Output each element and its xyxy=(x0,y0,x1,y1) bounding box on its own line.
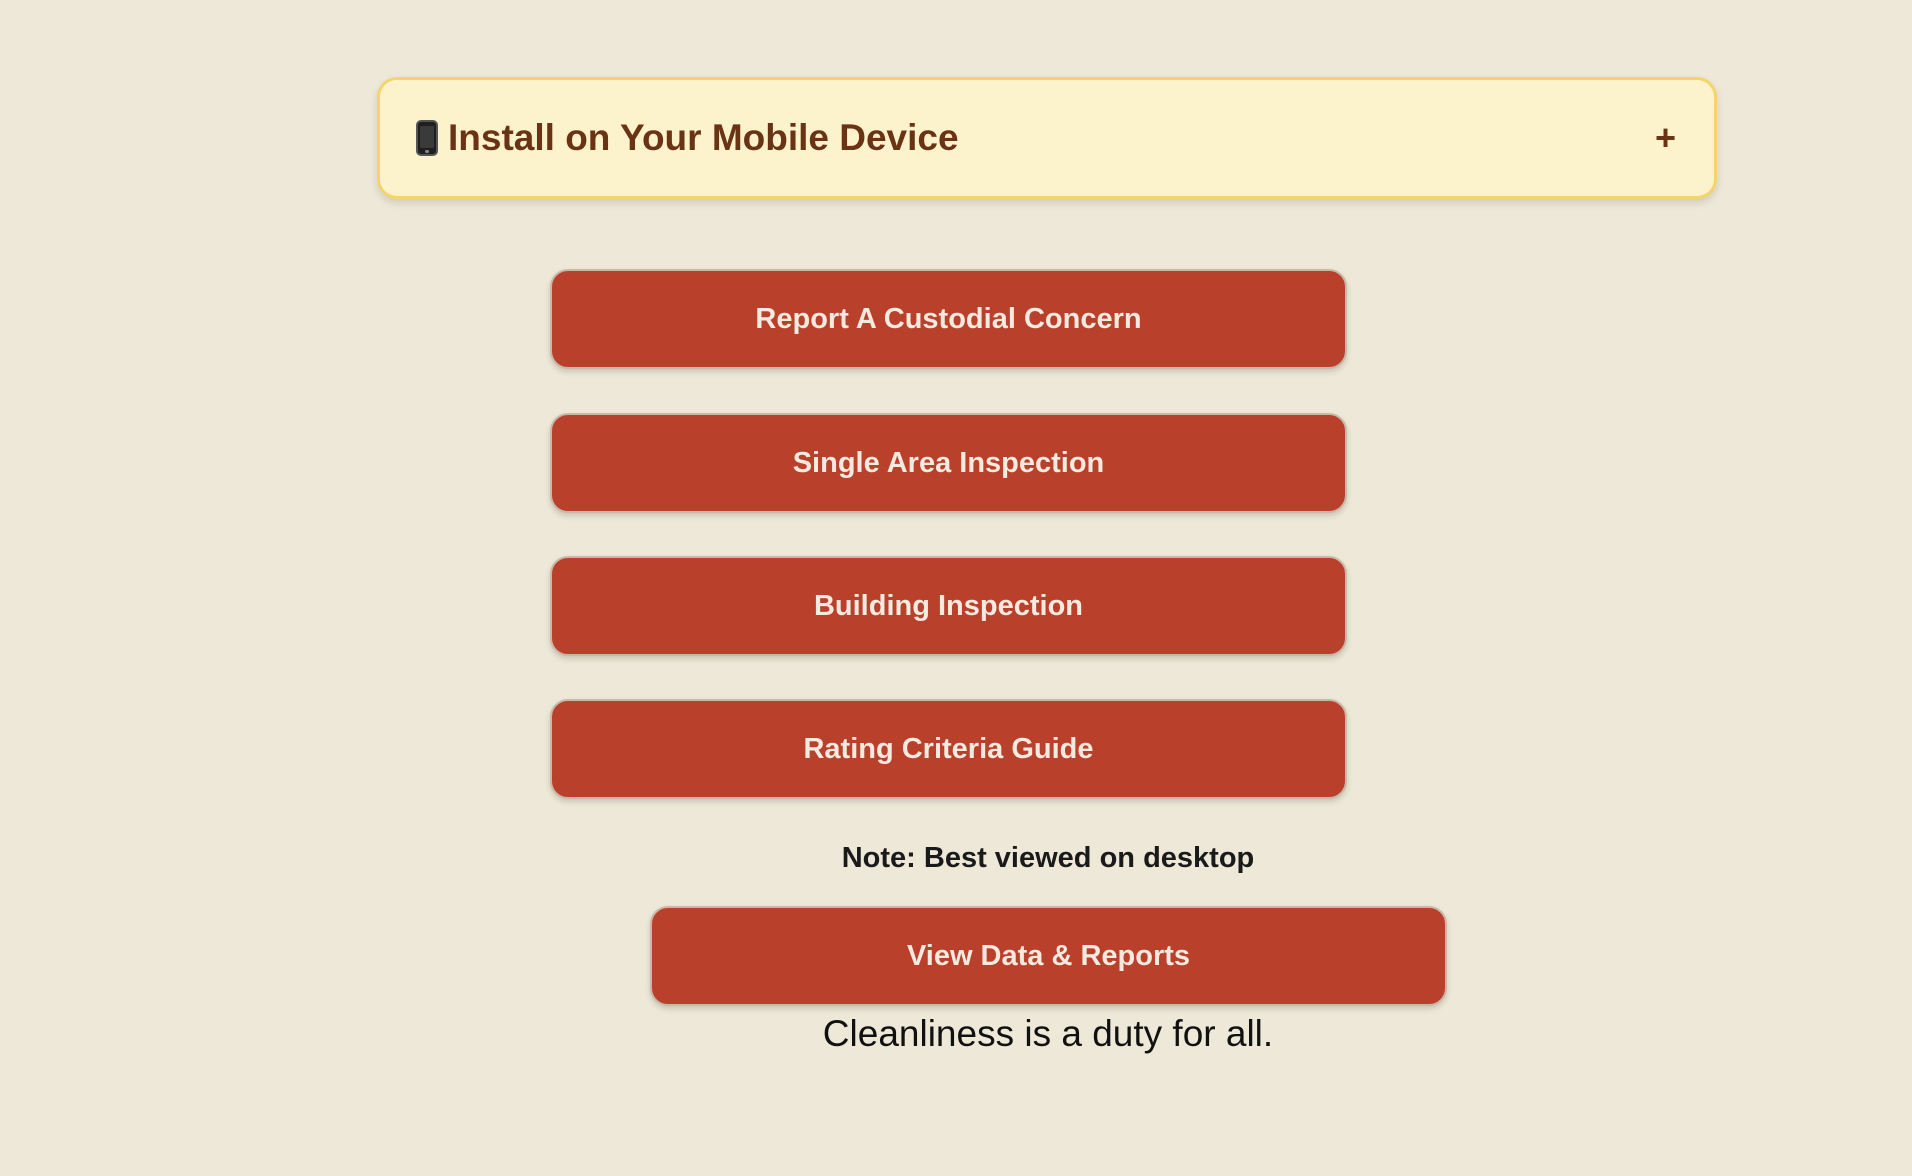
desktop-note: Note: Best viewed on desktop xyxy=(841,842,1255,874)
install-banner-title: Install on Your Mobile Device xyxy=(416,117,959,159)
mobile-phone-icon xyxy=(416,120,438,156)
single-area-inspection-button[interactable]: Single Area Inspection xyxy=(550,413,1347,513)
install-banner-label: Install on Your Mobile Device xyxy=(448,117,959,158)
install-banner[interactable]: Install on Your Mobile Device + xyxy=(377,77,1717,199)
expand-plus-icon[interactable]: + xyxy=(1655,120,1676,156)
tagline: Cleanliness is a duty for all. xyxy=(822,1013,1274,1054)
view-data-reports-button[interactable]: View Data & Reports xyxy=(650,906,1447,1006)
building-inspection-button[interactable]: Building Inspection xyxy=(550,556,1347,656)
rating-criteria-guide-button[interactable]: Rating Criteria Guide xyxy=(550,699,1347,799)
report-custodial-concern-button[interactable]: Report A Custodial Concern xyxy=(550,269,1347,369)
